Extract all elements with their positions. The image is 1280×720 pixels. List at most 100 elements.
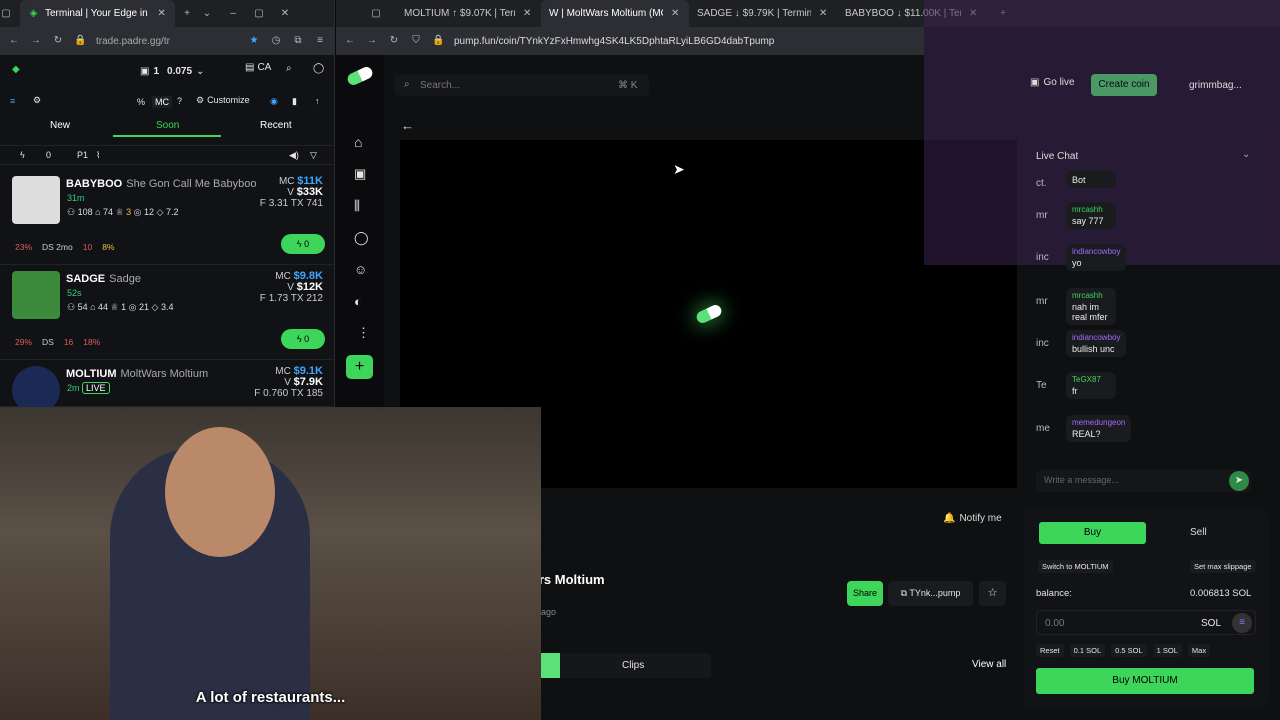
chart-icon[interactable]: ⌇: [96, 150, 100, 161]
tab-sadge-terminal[interactable]: SADGE ↓ $9.79K | Terminal ✕: [689, 0, 837, 27]
qty-selector[interactable]: ▣ 1 0.075 ⌄: [140, 62, 204, 80]
token-name: MoltWars Moltium: [120, 368, 209, 380]
lightning-icon[interactable]: ϟ: [20, 150, 25, 160]
buy-tab[interactable]: Buy: [1039, 522, 1146, 544]
tab-new[interactable]: New: [50, 120, 70, 131]
notify-me-button[interactable]: 🔔 Notify me: [943, 513, 1002, 524]
search-icon[interactable]: ⌕: [286, 63, 292, 74]
back-icon[interactable]: ←: [8, 35, 20, 47]
chat-username[interactable]: indiancowboy: [1072, 247, 1120, 256]
create-coin-button[interactable]: Create coin: [1091, 74, 1157, 96]
search-bar[interactable]: ⌕ Search... ⌘ K: [394, 74, 649, 96]
tab-terminal[interactable]: ◈ Terminal | Your Edge in Memec ✕: [20, 0, 175, 27]
amount-input[interactable]: 0.00 SOL ≡: [1036, 610, 1256, 635]
chat-username[interactable]: memedungeon: [1072, 418, 1125, 427]
tab-clips[interactable]: Clips: [541, 653, 711, 678]
arrow-up-icon[interactable]: ↑: [315, 96, 320, 106]
chevron-down-icon[interactable]: ⌄: [1242, 149, 1250, 160]
sell-tab[interactable]: Sell: [1190, 527, 1207, 538]
eye-icon[interactable]: ◉: [270, 96, 278, 107]
back-arrow-icon[interactable]: ←: [401, 118, 414, 133]
filter-icon[interactable]: ▽: [310, 150, 317, 161]
tab-moltium-terminal[interactable]: MOLTIUM ↑ $9.07K | Terminal ✕: [396, 0, 541, 27]
forward-icon[interactable]: →: [366, 35, 378, 47]
reload-icon[interactable]: ↻: [388, 35, 400, 47]
tab-soon[interactable]: Soon: [156, 120, 179, 131]
padre-favicon-icon: ◈: [29, 7, 38, 19]
ca-button[interactable]: ▤ CA: [245, 62, 271, 73]
share-button[interactable]: Share: [847, 581, 883, 606]
tab-pumpfun-moltium[interactable]: W | MoltWars Moltium (MOLTI ✕: [541, 0, 689, 27]
profile-icon[interactable]: ◯: [313, 63, 324, 74]
preset-reset[interactable]: Reset: [1036, 644, 1064, 657]
chat-username[interactable]: TeGX87: [1072, 375, 1110, 384]
profile-icon[interactable]: ☺: [354, 262, 367, 277]
history-icon[interactable]: ◷: [270, 35, 282, 47]
buy-submit-button[interactable]: Buy MOLTIUM: [1036, 668, 1254, 694]
close-icon[interactable]: ✕: [669, 8, 681, 20]
close-icon[interactable]: ✕: [817, 8, 829, 20]
preset-count[interactable]: 0: [46, 150, 51, 160]
go-live-button[interactable]: ▣ Go live: [1030, 77, 1075, 88]
chat-username[interactable]: indiancowboy: [1072, 333, 1120, 342]
switch-token-button[interactable]: Switch to MOLTIUM: [1038, 560, 1113, 573]
send-icon[interactable]: ➤: [1229, 471, 1249, 491]
chat-input[interactable]: Write a message... ➤: [1036, 470, 1251, 492]
chat-username[interactable]: mrcashh: [1072, 205, 1110, 214]
tab-overview-icon[interactable]: ▢: [370, 8, 382, 20]
more-icon[interactable]: ⋮: [357, 325, 370, 341]
preset-max[interactable]: Max: [1187, 644, 1211, 657]
username-menu[interactable]: grimmbag...: [1189, 80, 1242, 91]
back-icon[interactable]: ←: [344, 35, 356, 47]
max-slippage-button[interactable]: Set max slippage: [1190, 560, 1256, 573]
reload-icon[interactable]: ↻: [52, 35, 64, 47]
tab-overview-icon[interactable]: ▢: [0, 8, 12, 20]
chat-bubble: memedungeon REAL?: [1066, 415, 1132, 442]
minimize-icon[interactable]: –: [227, 8, 239, 20]
window-close-icon[interactable]: ✕: [279, 8, 291, 20]
menu-icon[interactable]: ≡: [314, 35, 326, 47]
maximize-icon[interactable]: ▢: [253, 8, 265, 20]
customize-button[interactable]: ⚙ Customize: [196, 95, 250, 106]
create-coin-icon[interactable]: +: [346, 355, 373, 379]
livestream-icon[interactable]: ▣: [354, 166, 366, 182]
chat-icon[interactable]: ◯: [354, 230, 369, 246]
token-card[interactable]: BABYBOO She Gon Call Me Babyboo 31m ⚇ 108…: [0, 170, 334, 265]
quick-buy-button[interactable]: ϟ 0: [281, 329, 325, 349]
url-field[interactable]: pump.fun/coin/TYnkYzFxHmwhg4SK4LK5DphtaR…: [454, 36, 916, 47]
close-icon[interactable]: ✕: [156, 8, 167, 20]
home-icon[interactable]: ⌂: [354, 134, 362, 150]
chat-username[interactable]: mrcashh: [1072, 291, 1110, 300]
quick-buy-button[interactable]: ϟ 0: [281, 234, 325, 254]
extensions-icon[interactable]: ⧉: [292, 35, 304, 47]
forward-icon[interactable]: →: [30, 35, 42, 47]
solana-icon[interactable]: ≡: [10, 96, 15, 106]
preset-p1[interactable]: P1: [77, 150, 88, 160]
bookmark-star-icon[interactable]: ★: [248, 35, 260, 47]
url-field[interactable]: trade.padre.gg/tr: [96, 36, 238, 47]
stat-holders: 108: [77, 207, 93, 217]
preset-0-5[interactable]: 0.5 SOL: [1111, 644, 1147, 657]
chat-avatar-initials: me: [1036, 423, 1050, 434]
support-icon[interactable]: ◐: [354, 294, 362, 309]
preset-0-1[interactable]: 0.1 SOL: [1069, 644, 1106, 657]
bookmark-icon[interactable]: ▮: [292, 96, 297, 107]
tab-recent[interactable]: Recent: [260, 120, 292, 131]
help-icon[interactable]: ?: [177, 96, 182, 106]
copy-address-button[interactable]: ⧉ TYnk...pump: [888, 581, 973, 606]
token-card[interactable]: SADGE Sadge 52s ⚇ 54 ⌂ 44 ♕ 1 ◎ 21 ◇ 3.4 …: [0, 265, 334, 360]
terminal-icon[interactable]: ⫼: [354, 198, 360, 214]
chevron-down-icon[interactable]: ⌄: [201, 8, 213, 20]
pumpfun-logo-icon[interactable]: [345, 65, 375, 87]
star-icon[interactable]: ☆: [979, 581, 1006, 606]
new-tab-icon[interactable]: +: [181, 8, 193, 20]
percent-filter[interactable]: %: [137, 97, 145, 107]
token-thumbnail: [12, 176, 60, 224]
mc-filter[interactable]: MC: [152, 96, 172, 108]
sound-icon[interactable]: ◀): [289, 150, 299, 161]
preset-1[interactable]: 1 SOL: [1152, 644, 1182, 657]
close-icon[interactable]: ✕: [521, 8, 533, 20]
token-card[interactable]: MOLTIUM MoltWars Moltium 2m LIVE MC $9.1K…: [0, 360, 334, 414]
view-all-link[interactable]: View all: [972, 659, 1006, 670]
tab-coin-active[interactable]: [541, 653, 560, 678]
